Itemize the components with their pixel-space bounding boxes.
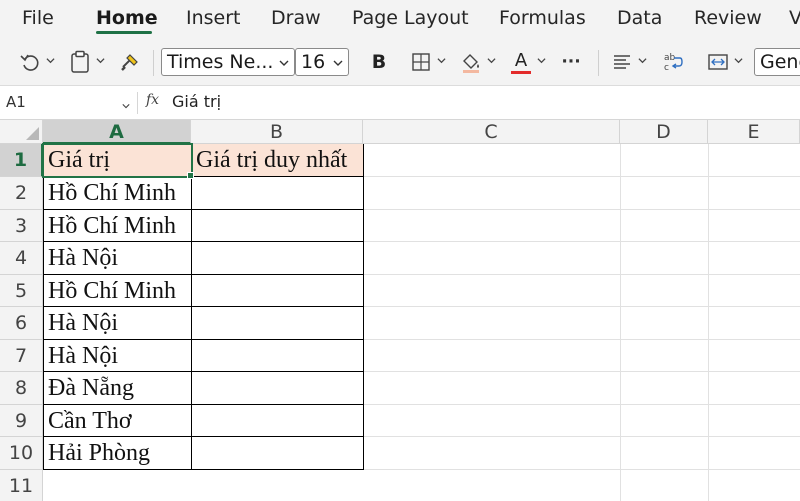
row-header-7[interactable]: 7 bbox=[0, 340, 43, 372]
fill-handle[interactable] bbox=[187, 172, 194, 179]
row-header-11[interactable]: 11 bbox=[0, 470, 43, 501]
svg-text:c: c bbox=[664, 63, 669, 73]
active-tab-indicator bbox=[96, 31, 152, 34]
chevron-down-icon bbox=[333, 60, 343, 66]
table-border bbox=[363, 144, 364, 470]
column-header-e[interactable]: E bbox=[708, 120, 800, 144]
fill-color-button[interactable] bbox=[458, 47, 484, 77]
font-name-value: Times Ne... bbox=[167, 51, 274, 73]
spreadsheet-grid[interactable]: A B C D E 1 2 3 4 5 6 7 8 9 10 11 Giá tr… bbox=[0, 120, 800, 501]
table-border bbox=[43, 469, 364, 470]
formula-bar-divider bbox=[137, 92, 138, 114]
borders-icon bbox=[412, 53, 430, 71]
fill-color-dropdown-chevron-icon[interactable] bbox=[487, 56, 496, 65]
chevron-down-icon bbox=[279, 60, 289, 66]
cell-b1[interactable]: Giá trị duy nhất bbox=[192, 144, 347, 176]
undo-icon bbox=[20, 54, 39, 71]
row-header-9[interactable]: 9 bbox=[0, 405, 43, 437]
column-header-c[interactable]: C bbox=[363, 120, 620, 144]
row-header-2[interactable]: 2 bbox=[0, 177, 43, 210]
paste-button[interactable] bbox=[66, 47, 94, 77]
align-button[interactable] bbox=[609, 47, 635, 77]
tab-draw[interactable]: Draw bbox=[271, 7, 321, 29]
row-header-4[interactable]: 4 bbox=[0, 242, 43, 275]
tab-insert[interactable]: Insert bbox=[186, 7, 241, 29]
row-header-8[interactable]: 8 bbox=[0, 372, 43, 405]
cell-a4[interactable]: Hà Nội bbox=[44, 242, 118, 274]
align-dropdown-chevron-icon[interactable] bbox=[638, 56, 647, 65]
font-color-button[interactable]: A bbox=[508, 47, 534, 77]
table-border bbox=[191, 144, 192, 470]
ribbon: Times Ne... 16 B A ··· ab c Gen bbox=[0, 38, 800, 86]
formula-bar: A1 fx Giá trị bbox=[0, 86, 800, 120]
tab-page-layout[interactable]: Page Layout bbox=[352, 7, 469, 29]
tab-home[interactable]: Home bbox=[96, 7, 158, 29]
format-painter-icon bbox=[121, 54, 138, 71]
tab-view-partial[interactable]: V bbox=[789, 7, 800, 29]
ribbon-separator bbox=[153, 50, 154, 76]
select-all-corner[interactable] bbox=[0, 120, 43, 144]
merge-center-button[interactable] bbox=[705, 47, 731, 77]
cell-a9[interactable]: Cần Thơ bbox=[44, 405, 132, 437]
row-header-3[interactable]: 3 bbox=[0, 210, 43, 242]
insert-function-icon[interactable]: fx bbox=[146, 92, 159, 108]
name-box-value: A1 bbox=[6, 93, 26, 111]
active-cell-selection bbox=[42, 143, 193, 178]
column-header-a[interactable]: A bbox=[43, 120, 191, 144]
cell-a5[interactable]: Hồ Chí Minh bbox=[44, 275, 176, 307]
tab-file[interactable]: File bbox=[22, 7, 54, 29]
format-painter-button[interactable] bbox=[116, 47, 144, 77]
ribbon-separator bbox=[598, 50, 599, 76]
more-options-button[interactable]: ··· bbox=[558, 47, 584, 77]
cell-a7[interactable]: Hà Nội bbox=[44, 340, 118, 372]
wrap-text-button[interactable]: ab c bbox=[660, 47, 686, 77]
font-size-value: 16 bbox=[301, 51, 326, 73]
align-left-icon bbox=[614, 55, 630, 69]
cell-a10[interactable]: Hải Phòng bbox=[44, 437, 150, 469]
undo-button[interactable] bbox=[16, 47, 44, 77]
undo-dropdown-chevron-icon[interactable] bbox=[46, 56, 55, 65]
font-name-combo[interactable]: Times Ne... bbox=[161, 48, 295, 76]
cell-a8[interactable]: Đà Nẵng bbox=[44, 372, 134, 404]
font-color-swatch bbox=[511, 70, 531, 74]
select-all-triangle-icon bbox=[26, 127, 39, 140]
row-header-5[interactable]: 5 bbox=[0, 275, 43, 307]
menu-bar: File Home Insert Draw Page Layout Formul… bbox=[0, 0, 800, 38]
name-box[interactable]: A1 bbox=[0, 88, 134, 116]
borders-dropdown-chevron-icon[interactable] bbox=[437, 56, 446, 65]
row-header-1[interactable]: 1 bbox=[0, 144, 43, 177]
wrap-text-icon: ab c bbox=[664, 53, 683, 73]
cell-a6[interactable]: Hà Nội bbox=[44, 307, 118, 339]
column-header-b[interactable]: B bbox=[191, 120, 363, 144]
row-header-10[interactable]: 10 bbox=[0, 437, 43, 470]
font-color-icon: A bbox=[514, 49, 528, 71]
formula-input[interactable]: Giá trị bbox=[172, 92, 221, 111]
number-format-value: Gene bbox=[760, 51, 800, 73]
gridline bbox=[708, 144, 709, 501]
bold-button[interactable]: B bbox=[366, 47, 392, 77]
row-header-6[interactable]: 6 bbox=[0, 307, 43, 340]
paint-bucket-icon bbox=[463, 54, 479, 73]
font-size-combo[interactable]: 16 bbox=[295, 48, 349, 76]
merge-dropdown-chevron-icon[interactable] bbox=[734, 56, 743, 65]
svg-text:ab: ab bbox=[664, 53, 676, 63]
paste-dropdown-chevron-icon[interactable] bbox=[96, 56, 105, 65]
clipboard-icon bbox=[71, 50, 89, 73]
column-header-d[interactable]: D bbox=[620, 120, 708, 144]
cell-a2[interactable]: Hồ Chí Minh bbox=[44, 177, 176, 209]
merge-cells-icon bbox=[708, 54, 728, 70]
tab-formulas[interactable]: Formulas bbox=[499, 7, 586, 29]
tab-review[interactable]: Review bbox=[694, 7, 762, 29]
gridline bbox=[620, 144, 621, 501]
font-color-dropdown-chevron-icon[interactable] bbox=[537, 56, 546, 65]
number-format-combo[interactable]: Gene bbox=[754, 48, 800, 76]
tab-data[interactable]: Data bbox=[617, 7, 662, 29]
chevron-down-icon bbox=[122, 104, 130, 109]
cell-a3[interactable]: Hồ Chí Minh bbox=[44, 210, 176, 242]
borders-button[interactable] bbox=[408, 47, 434, 77]
